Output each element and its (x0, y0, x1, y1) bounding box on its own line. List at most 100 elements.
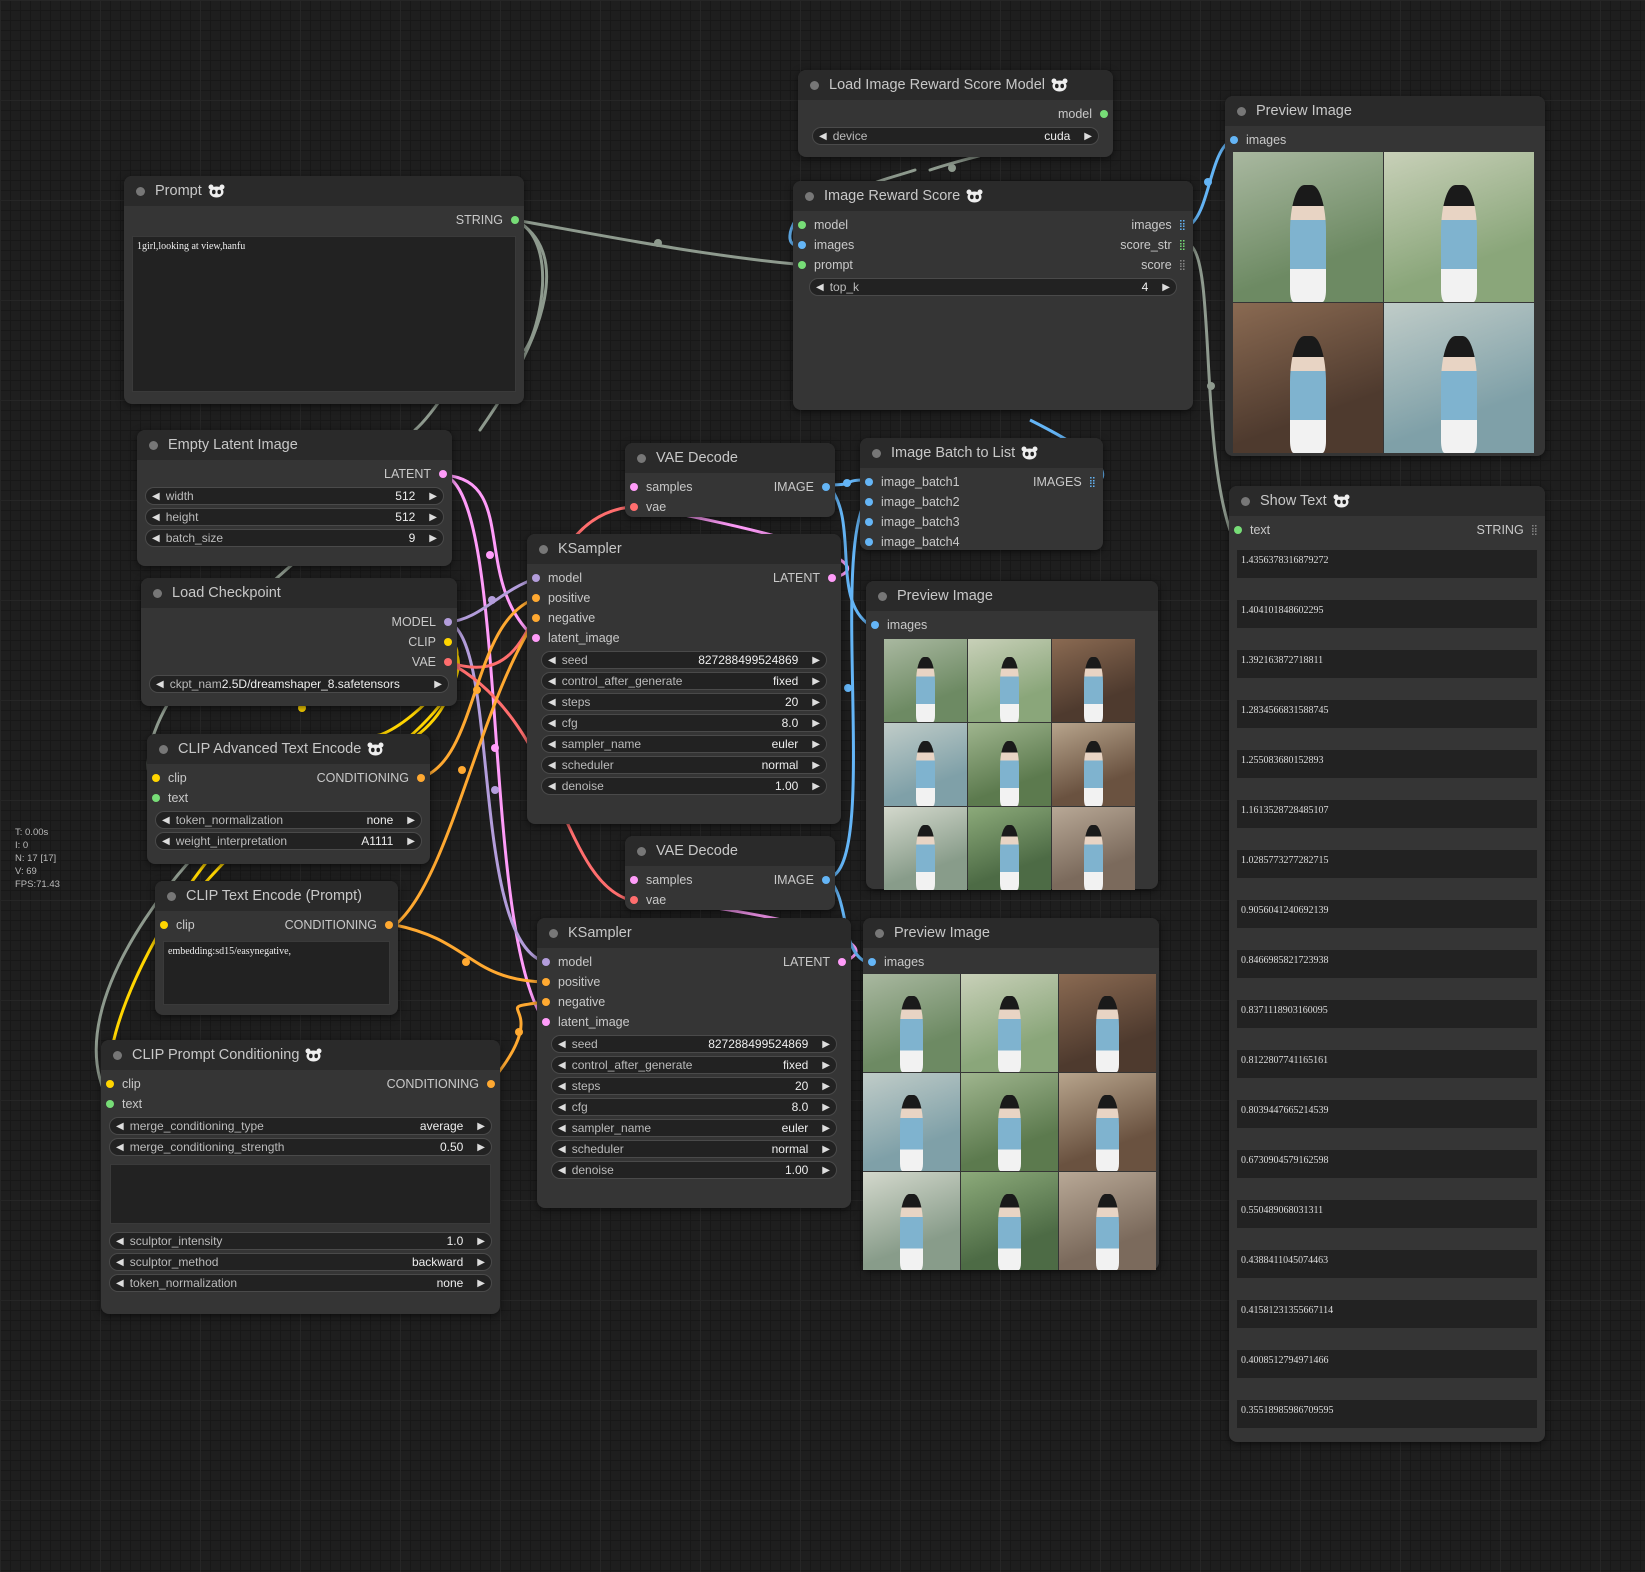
widget-denoise[interactable]: ◀ denoise 1.00 ▶ (551, 1161, 837, 1179)
collapse-dot[interactable] (878, 591, 887, 601)
node-image-batch-to-list[interactable]: Image Batch to List image_batch1 IMAGES ⣿ … (860, 438, 1103, 550)
input-negative[interactable]: negative (542, 995, 605, 1009)
node-title-bar[interactable]: Preview Image (863, 918, 1159, 948)
thumbnail[interactable] (1233, 152, 1383, 302)
widget-height[interactable]: ◀ height 512 ▶ (145, 508, 444, 526)
widget-merge-conditioning-type[interactable]: ◀ merge_conditioning_type average ▶ (109, 1117, 492, 1135)
conditioning-text-area[interactable] (110, 1164, 491, 1224)
output-string[interactable]: STRING (456, 213, 519, 227)
collapse-dot[interactable] (539, 544, 548, 554)
input-clip[interactable]: clip (152, 771, 187, 785)
widget-seed[interactable]: ◀ seed 827288499524869 ▶ (551, 1035, 837, 1053)
collapse-dot[interactable] (167, 891, 176, 901)
collapse-dot[interactable] (875, 928, 884, 938)
node-title-bar[interactable]: Show Text (1229, 486, 1545, 516)
node-clip-advanced-text-encode[interactable]: CLIP Advanced Text Encode clip CONDITIONI… (147, 734, 430, 864)
thumbnail[interactable] (884, 723, 967, 806)
node-ksampler[interactable]: KSampler model LATENT positive negative l… (537, 918, 851, 1208)
collapse-dot[interactable] (136, 186, 145, 196)
input-images[interactable]: images (1230, 133, 1286, 147)
input-negative[interactable]: negative (532, 611, 595, 625)
score-text[interactable]: 0.4008512794971466 (1237, 1350, 1537, 1378)
node-title-bar[interactable]: CLIP Text Encode (Prompt) (155, 881, 398, 911)
score-text[interactable]: 0.9056041240692139 (1237, 900, 1537, 928)
input-vae[interactable]: vae (630, 500, 666, 514)
output-latent[interactable]: LATENT (384, 467, 447, 481)
thumbnail[interactable] (884, 639, 967, 722)
node-title-bar[interactable]: VAE Decode (625, 443, 835, 473)
node-title-bar[interactable]: Image Batch to List (860, 438, 1103, 468)
widget-token-normalization[interactable]: ◀ token_normalization none ▶ (155, 811, 422, 829)
node-load-checkpoint[interactable]: Load Checkpoint MODEL CLIP VAE ◀ ckpt_nam… (141, 578, 457, 706)
output-images[interactable]: IMAGES ⣿ (1033, 475, 1096, 489)
node-prompt[interactable]: Prompt STRING 1girl,looking at view,hanf… (124, 176, 524, 404)
node-title-bar[interactable]: KSampler (537, 918, 851, 948)
widget-sampler-name[interactable]: ◀ sampler_name euler ▶ (551, 1119, 837, 1137)
input-positive[interactable]: positive (532, 591, 590, 605)
score-text[interactable]: 0.8371118903160095 (1237, 1000, 1537, 1028)
input-latent-image[interactable]: latent_image (542, 1015, 630, 1029)
node-title-bar[interactable]: Preview Image (866, 581, 1158, 611)
thumbnail[interactable] (863, 974, 960, 1072)
input-samples[interactable]: samples (630, 873, 693, 887)
score-text[interactable]: 0.8039447665214539 (1237, 1100, 1537, 1128)
thumbnail[interactable] (1384, 303, 1534, 453)
thumbnail[interactable] (968, 807, 1051, 890)
thumbnail[interactable] (961, 1073, 1058, 1171)
thumbnail[interactable] (1384, 152, 1534, 302)
input-model[interactable]: model (798, 218, 848, 232)
node-empty-latent-image[interactable]: Empty Latent Image LATENT ◀ width 512 ▶ ◀ he… (137, 430, 452, 566)
node-title-bar[interactable]: Prompt (124, 176, 524, 206)
widget-control-after-generate[interactable]: ◀ control_after_generate fixed ▶ (551, 1056, 837, 1074)
node-title-bar[interactable]: KSampler (527, 534, 841, 564)
output-vae[interactable]: VAE (412, 655, 452, 669)
widget-token-normalization[interactable]: ◀ token_normalization none ▶ (109, 1274, 492, 1292)
thumbnail[interactable] (1059, 1172, 1156, 1270)
output-latent[interactable]: LATENT (773, 571, 836, 585)
node-title-bar[interactable]: VAE Decode (625, 836, 835, 866)
input-model[interactable]: model (542, 955, 592, 969)
node-title-bar[interactable]: Image Reward Score (793, 181, 1193, 211)
score-text[interactable]: 0.8466985821723938 (1237, 950, 1537, 978)
node-title-bar[interactable]: Preview Image (1225, 96, 1545, 126)
thumbnail[interactable] (884, 807, 967, 890)
output-conditioning[interactable]: CONDITIONING (317, 771, 425, 785)
score-text[interactable]: 1.2834566831588745 (1237, 700, 1537, 728)
output-model[interactable]: model (1058, 107, 1108, 121)
node-title-bar[interactable]: Empty Latent Image (137, 430, 452, 460)
widget-steps[interactable]: ◀ steps 20 ▶ (541, 693, 827, 711)
output-image[interactable]: IMAGE (774, 873, 830, 887)
thumbnail[interactable] (1059, 974, 1156, 1072)
collapse-dot[interactable] (805, 191, 814, 201)
node-preview-image[interactable]: Preview Image images (1225, 96, 1545, 456)
input-text[interactable]: text (152, 791, 188, 805)
node-load-image-reward-model[interactable]: Load Image Reward Score Model model ◀ dev… (798, 70, 1113, 157)
widget-width[interactable]: ◀ width 512 ▶ (145, 487, 444, 505)
thumbnail[interactable] (961, 974, 1058, 1072)
score-text[interactable]: 1.1613528728485107 (1237, 800, 1537, 828)
output-conditioning[interactable]: CONDITIONING (387, 1077, 495, 1091)
input-text[interactable]: text (106, 1097, 142, 1111)
thumbnail[interactable] (1059, 1073, 1156, 1171)
widget-seed[interactable]: ◀ seed 827288499524869 ▶ (541, 651, 827, 669)
widget-sculptor-method[interactable]: ◀ sculptor_method backward ▶ (109, 1253, 492, 1271)
collapse-dot[interactable] (1237, 106, 1246, 116)
input-prompt[interactable]: prompt (798, 258, 853, 272)
node-show-text[interactable]: Show Text text STRING ⣿ 1.4356378316879272… (1229, 486, 1545, 1442)
thumbnail[interactable] (1052, 639, 1135, 722)
collapse-dot[interactable] (159, 744, 168, 754)
node-preview-image[interactable]: Preview Image images (866, 581, 1158, 890)
input-images[interactable]: images (868, 955, 924, 969)
node-preview-image[interactable]: Preview Image images (863, 918, 1159, 1270)
collapse-dot[interactable] (637, 846, 646, 856)
score-text[interactable]: 0.6730904579162598 (1237, 1150, 1537, 1178)
score-text[interactable]: 0.35518985986709595 (1237, 1400, 1537, 1428)
input-vae[interactable]: vae (630, 893, 666, 907)
input-images[interactable]: images (798, 238, 854, 252)
thumbnail[interactable] (968, 723, 1051, 806)
input-image-batch3[interactable]: image_batch3 (865, 515, 960, 529)
input-image-batch2[interactable]: image_batch2 (865, 495, 960, 509)
score-text[interactable]: 0.8122807741165161 (1237, 1050, 1537, 1078)
input-text[interactable]: text (1234, 523, 1270, 537)
output-string[interactable]: STRING ⣿ (1476, 523, 1538, 537)
